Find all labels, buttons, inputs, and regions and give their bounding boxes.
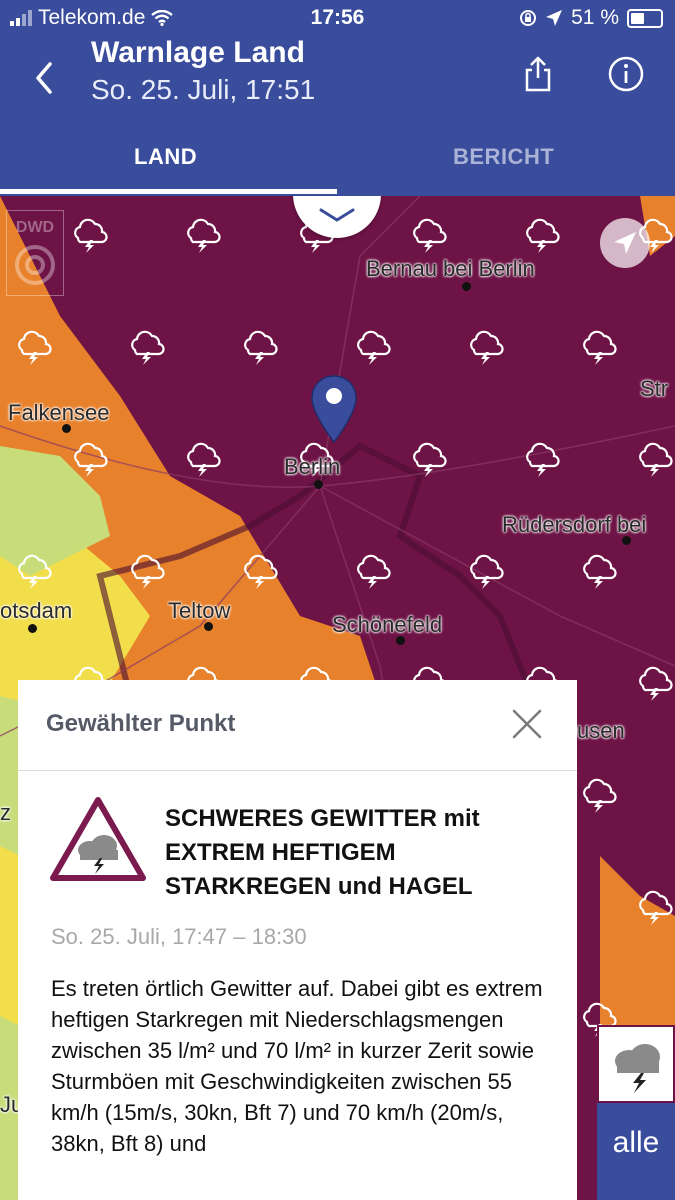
- place-dot: [28, 624, 37, 633]
- warning-headline: SCHWERES GEWITTER mit EXTREM HEFTIGEM ST…: [165, 805, 480, 900]
- panel-title: Gewählter Punkt: [46, 710, 236, 737]
- place-label: z: [0, 800, 11, 825]
- thunderstorm-symbol-icon: [244, 554, 278, 589]
- place-label: Berlin: [284, 454, 341, 479]
- place-label: Schönefeld: [332, 612, 443, 637]
- thunderstorm-symbol-icon: [187, 218, 221, 253]
- place-label: usen: [577, 718, 625, 743]
- place-label: Teltow: [168, 598, 231, 623]
- page-subtitle: So. 25. Juli, 17:51: [91, 74, 316, 105]
- thunderstorm-symbol-icon: [470, 330, 504, 365]
- tab-land[interactable]: LAND: [134, 144, 197, 170]
- active-tab-indicator: [0, 189, 337, 194]
- chevron-down-icon: [319, 208, 355, 222]
- place-dot: [204, 622, 213, 631]
- place-dot: [314, 480, 323, 489]
- place-label: otsdam: [0, 598, 73, 623]
- thunderstorm-warning-icon: [50, 797, 146, 881]
- back-chevron-icon[interactable]: [32, 58, 56, 98]
- info-icon[interactable]: [606, 54, 646, 94]
- battery-icon: [627, 8, 663, 28]
- place-dot: [462, 282, 471, 291]
- place-dot: [396, 636, 405, 645]
- thunderstorm-symbol-icon: [74, 218, 108, 253]
- warning-time: So. 25. Juli, 17:47 – 18:30: [51, 924, 307, 949]
- rotation-lock-icon: [520, 10, 537, 26]
- thunderstorm-symbol-icon: [413, 218, 447, 253]
- panel-header: Gewählter Punkt: [18, 680, 577, 771]
- thunderstorm-symbol-icon: [526, 442, 560, 477]
- thunderstorm-symbol-icon: [526, 218, 560, 253]
- battery-percent: 51 %: [571, 6, 619, 29]
- thunderstorm-symbol-icon: [413, 442, 447, 477]
- place-label: Bernau bei Berlin: [366, 256, 535, 281]
- selected-point-panel: Gewählter Punkt SCHWERES GEWITTER mit EX…: [18, 680, 577, 1200]
- thunderstorm-symbol-icon: [187, 442, 221, 477]
- app-header: Warnlage Land So. 25. Juli, 17:51 LAND B…: [0, 36, 675, 196]
- warning-description: Es treten örtlich Gewitter auf. Dabei gi…: [51, 976, 543, 1156]
- tab-bericht[interactable]: BERICHT: [453, 144, 554, 170]
- locate-button[interactable]: [600, 218, 650, 268]
- page-title: Warnlage Land: [91, 36, 305, 69]
- dwd-logo: DWD: [6, 210, 64, 296]
- thunderstorm-symbol-icon: [639, 666, 673, 701]
- place-label: Str: [640, 376, 669, 401]
- place-label: Rüdersdorf bei: [502, 512, 647, 537]
- thunderstorm-symbol-icon: [357, 330, 391, 365]
- close-icon[interactable]: [511, 708, 543, 740]
- thunderstorm-symbol-icon: [18, 330, 52, 365]
- place-dot: [62, 424, 71, 433]
- svg-text:DWD: DWD: [16, 219, 54, 236]
- thunderstorm-symbol-icon: [639, 890, 673, 925]
- thunderstorm-icon: [615, 1044, 660, 1093]
- thunderstorm-symbol-icon: [18, 554, 52, 589]
- map-pin-icon[interactable]: [310, 374, 358, 444]
- navigation-arrow-icon: [614, 232, 636, 254]
- thunderstorm-symbol-icon: [244, 330, 278, 365]
- place-dot: [622, 536, 631, 545]
- all-warnings-button[interactable]: alle: [597, 1103, 675, 1200]
- thunderstorm-symbol-icon: [470, 554, 504, 589]
- thunderstorm-symbol-icon: [583, 330, 617, 365]
- collapse-handle-button[interactable]: [293, 196, 381, 238]
- share-icon[interactable]: [518, 54, 558, 94]
- thunderstorm-symbol-icon: [639, 442, 673, 477]
- location-arrow-icon: [546, 10, 563, 26]
- thunderstorm-symbol-icon: [74, 442, 108, 477]
- status-bar: Telekom.de 17:56 51 %: [0, 0, 675, 36]
- thunderstorm-symbol-icon: [357, 554, 391, 589]
- thunderstorm-symbol-icon: [131, 554, 165, 589]
- thunderstorm-symbol-icon: [583, 778, 617, 813]
- warning-type-button[interactable]: [597, 1025, 675, 1103]
- status-right: 51 %: [519, 6, 663, 30]
- thunderstorm-symbol-icon: [583, 554, 617, 589]
- thunderstorm-symbol-icon: [131, 330, 165, 365]
- place-label: Falkensee: [8, 400, 110, 425]
